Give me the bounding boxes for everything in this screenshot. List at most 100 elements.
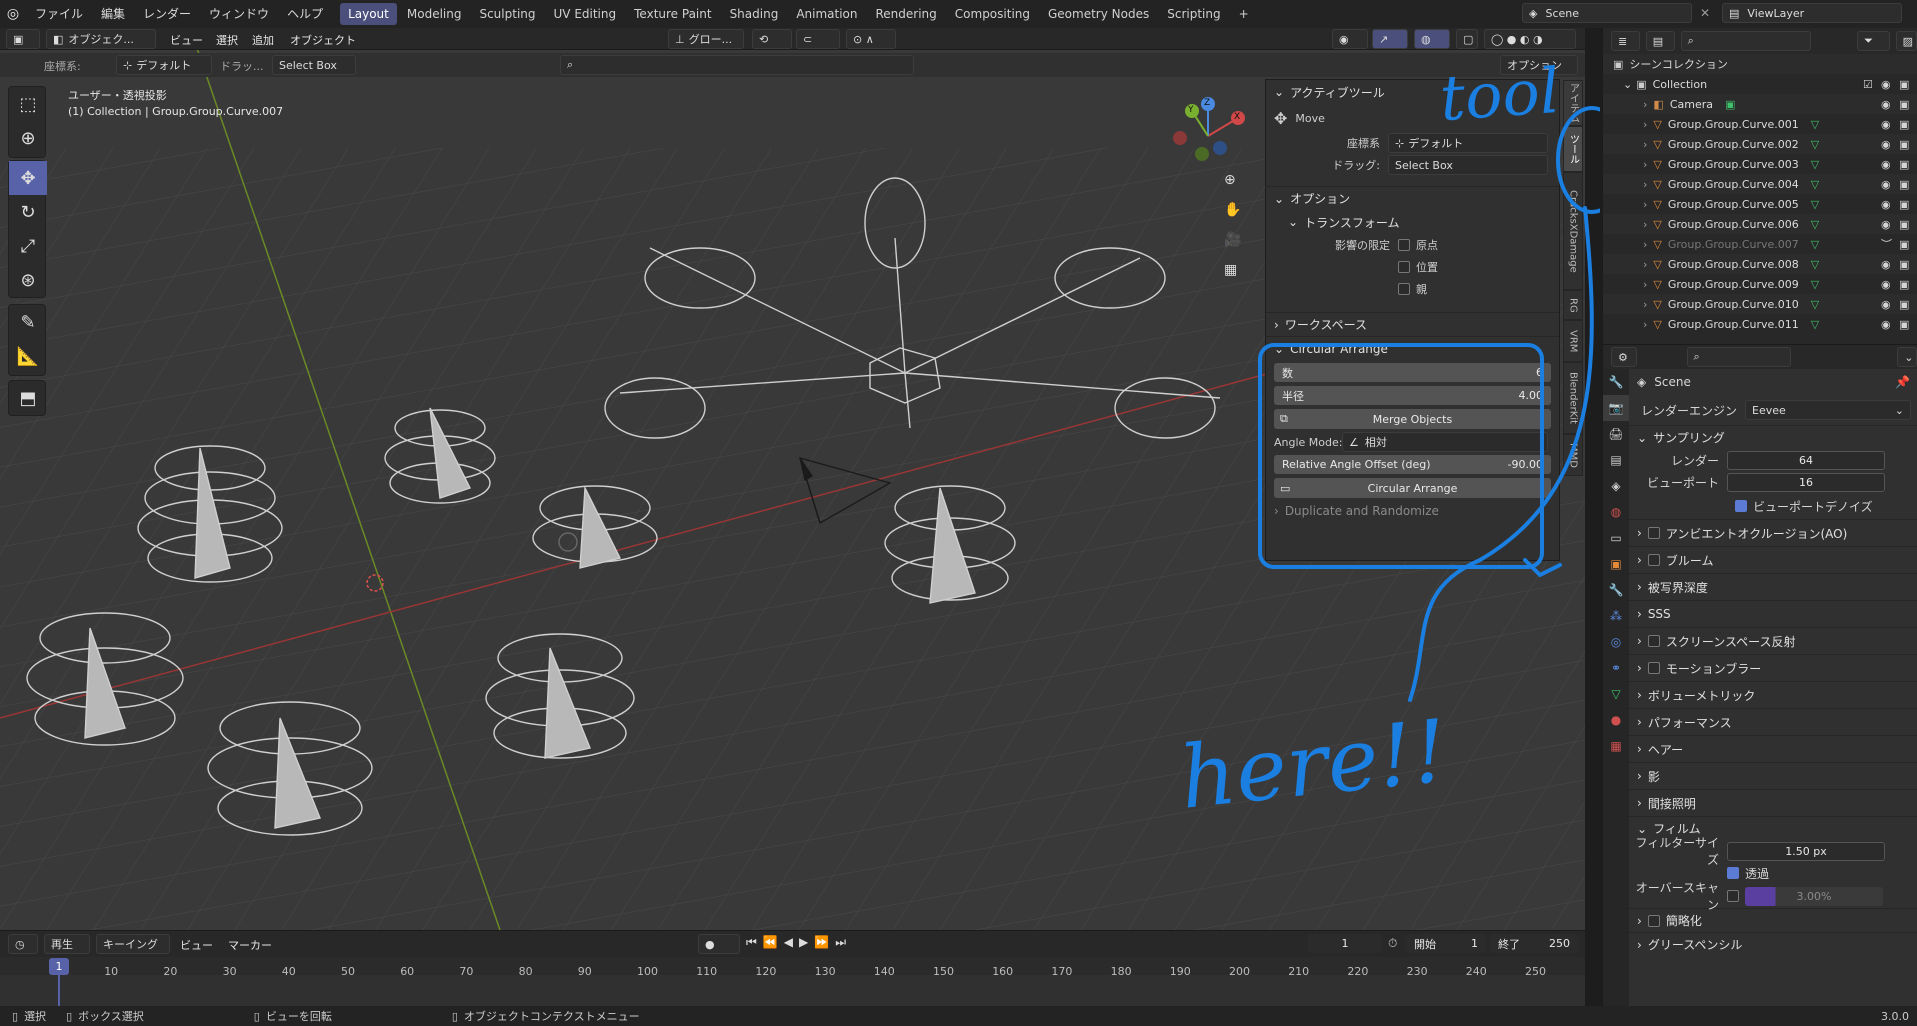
chevron-right-icon[interactable]: › (1643, 178, 1647, 191)
transform-orientation-dropdown[interactable]: ⊥ グロー... (668, 29, 744, 49)
add-cube-tool[interactable]: ⬒ (9, 381, 47, 415)
chevron-right-icon[interactable]: › (1643, 238, 1647, 251)
viewport-samples-field[interactable]: 16 (1727, 472, 1885, 492)
overscan-field[interactable]: 3.00% (1745, 886, 1883, 906)
outliner-item-row[interactable]: › ▽ Group.Group.Curve.003 ▽ ◉ ▣ (1603, 154, 1917, 174)
data-tab-icon[interactable]: ▽ (1603, 681, 1629, 707)
properties-section-header[interactable]: › 影 (1629, 762, 1917, 789)
render-camera-icon[interactable]: ▣ (1899, 78, 1909, 91)
playback-dropdown[interactable]: 再生 (44, 934, 90, 954)
select-menu[interactable]: 選択 (216, 32, 238, 48)
eye-icon[interactable]: ◉ (1881, 218, 1891, 231)
outliner-search[interactable]: ⌕ (1680, 31, 1812, 51)
tab-shading[interactable]: Shading (722, 3, 787, 25)
menu-render[interactable]: レンダー (134, 0, 200, 28)
properties-options[interactable]: ⌄ (1897, 347, 1917, 367)
render-camera-icon[interactable]: ▣ (1899, 218, 1909, 231)
tab-compositing[interactable]: Compositing (947, 3, 1038, 25)
outliner-item-row[interactable]: › ▽ Group.Group.Curve.005 ▽ ◉ ▣ (1603, 194, 1917, 214)
filter-size-field[interactable]: 1.50 px (1727, 841, 1885, 861)
pin-icon[interactable]: 📌 (1895, 375, 1910, 389)
chevron-right-icon[interactable]: › (1643, 118, 1647, 131)
end-frame-field[interactable]: 終了 250 (1490, 934, 1578, 953)
render-samples-field[interactable]: 64 (1727, 450, 1885, 470)
collection-tab-icon[interactable]: ▭ (1603, 525, 1629, 551)
tab-uv-editing[interactable]: UV Editing (546, 3, 625, 25)
outliner-item-row[interactable]: › ▽ Group.Group.Curve.010 ▽ ◉ ▣ (1603, 294, 1917, 314)
properties-section-header[interactable]: › 被写界深度 (1629, 573, 1917, 600)
visibility-dropdown[interactable]: ◉ (1332, 29, 1368, 49)
properties-section-header[interactable]: › スクリーンスペース反射 (1629, 627, 1917, 654)
menu-file[interactable]: ファイル (26, 0, 92, 28)
prev-keyframe-icon[interactable]: ⏪ (763, 935, 778, 950)
current-frame-field[interactable]: 1 (1308, 934, 1382, 953)
menu-window[interactable]: ウィンドウ (200, 0, 278, 28)
scale-tool[interactable]: ⤢ (9, 229, 47, 263)
chevron-right-icon[interactable]: › (1643, 258, 1647, 271)
coordinate-system-dropdown[interactable]: ⊹ デフォルト (116, 55, 212, 75)
outliner-item-row[interactable]: › ▽ Group.Group.Curve.001 ▽ ◉ ▣ (1603, 114, 1917, 134)
constraints-tab-icon[interactable]: ⚭ (1603, 655, 1629, 681)
simplify-checkbox[interactable] (1647, 914, 1660, 927)
scene-tab-icon[interactable]: ◈ (1603, 473, 1629, 499)
render-camera-icon[interactable]: ▣ (1899, 158, 1909, 171)
properties-editor-type[interactable]: ⚙ (1611, 347, 1637, 367)
simplify-header[interactable]: › 簡略化 (1629, 908, 1917, 932)
display-mode-dropdown[interactable]: ▤ (1645, 31, 1675, 51)
tab-sculpting[interactable]: Sculpting (471, 3, 543, 25)
close-icon[interactable]: ✕ (1700, 6, 1710, 20)
keying-dropdown[interactable]: キーイング (96, 934, 170, 954)
viewlayer-selector[interactable]: ▤ ViewLayer (1722, 3, 1902, 23)
properties-section-header[interactable]: › アンビエントオクルージョン(AO) (1629, 519, 1917, 546)
render-camera-icon[interactable]: ▣ (1899, 278, 1909, 291)
playhead[interactable]: 1 (49, 958, 69, 975)
tab-layout[interactable]: Layout (340, 3, 397, 25)
proportional-editing[interactable]: ⊙ ∧ (846, 29, 896, 49)
stopwatch-icon[interactable]: ⏱ (1388, 936, 1397, 951)
render-engine-dropdown[interactable]: Eevee ⌄ (1745, 400, 1911, 420)
tab-scripting[interactable]: Scripting (1159, 3, 1228, 25)
output-tab-icon[interactable]: 🖨 (1603, 421, 1629, 447)
chevron-right-icon[interactable]: › (1643, 98, 1647, 111)
select-box-tool[interactable]: ⬚ (9, 87, 47, 121)
jump-end-icon[interactable]: ⏭ (835, 935, 846, 950)
checkbox-icon[interactable]: ☑ (1863, 78, 1873, 91)
annotate-tool[interactable]: ✎ (9, 305, 47, 339)
timeline-view-menu[interactable]: ビュー (180, 937, 213, 953)
measure-tool[interactable]: 📐 (9, 339, 47, 373)
eye-icon[interactable]: ◉ (1881, 98, 1891, 111)
section-enable-checkbox[interactable] (1647, 635, 1660, 647)
outliner-item-row[interactable]: › ▽ Group.Group.Curve.006 ▽ ◉ ▣ (1603, 214, 1917, 234)
chevron-right-icon[interactable]: › (1643, 298, 1647, 311)
texture-tab-icon[interactable]: ▦ (1603, 733, 1629, 759)
outliner-item-row[interactable]: › ▽ Group.Group.Curve.007 ▽ ︶ ▣ (1603, 234, 1917, 254)
sampling-header[interactable]: ⌄ サンプリング (1629, 425, 1917, 449)
keyframe-area[interactable] (0, 975, 1585, 1007)
outliner-item-row[interactable]: › ▽ Group.Group.Curve.002 ▽ ◉ ▣ (1603, 134, 1917, 154)
transparent-checkbox[interactable] (1727, 867, 1739, 879)
properties-section-header[interactable]: › パフォーマンス (1629, 708, 1917, 735)
transform-tool[interactable]: ⊛ (9, 263, 47, 297)
view-menu[interactable]: ビュー (170, 32, 203, 48)
eye-icon[interactable]: ︶ (1881, 236, 1892, 252)
render-camera-icon[interactable]: ▣ (1899, 98, 1909, 111)
object-menu[interactable]: オブジェクト (290, 32, 356, 48)
overlay-toggle[interactable]: ◍ (1414, 29, 1450, 49)
chevron-right-icon[interactable]: › (1643, 198, 1647, 211)
render-camera-icon[interactable]: ▣ (1899, 138, 1909, 151)
render-camera-icon[interactable]: ▣ (1899, 298, 1909, 311)
gizmo-toggle[interactable]: ↗ (1372, 29, 1408, 49)
render-camera-icon[interactable]: ▣ (1899, 118, 1909, 131)
outliner-editor-type[interactable]: ≣ (1611, 31, 1640, 51)
render-camera-icon[interactable]: ▣ (1899, 258, 1909, 271)
section-enable-checkbox[interactable] (1647, 662, 1660, 674)
particles-tab-icon[interactable]: ⁂ (1603, 603, 1629, 629)
add-menu[interactable]: 追加 (252, 32, 274, 48)
grease-pencil-header[interactable]: › グリースペンシル (1629, 932, 1917, 956)
tab-animation[interactable]: Animation (788, 3, 865, 25)
move-tool[interactable]: ✥ (9, 161, 47, 195)
scene-collection-row[interactable]: ▣ シーンコレクション (1603, 54, 1917, 74)
eye-icon[interactable]: ◉ (1881, 198, 1891, 211)
modifier-tab-icon[interactable]: 🔧 (1603, 577, 1629, 603)
tab-rendering[interactable]: Rendering (868, 3, 945, 25)
